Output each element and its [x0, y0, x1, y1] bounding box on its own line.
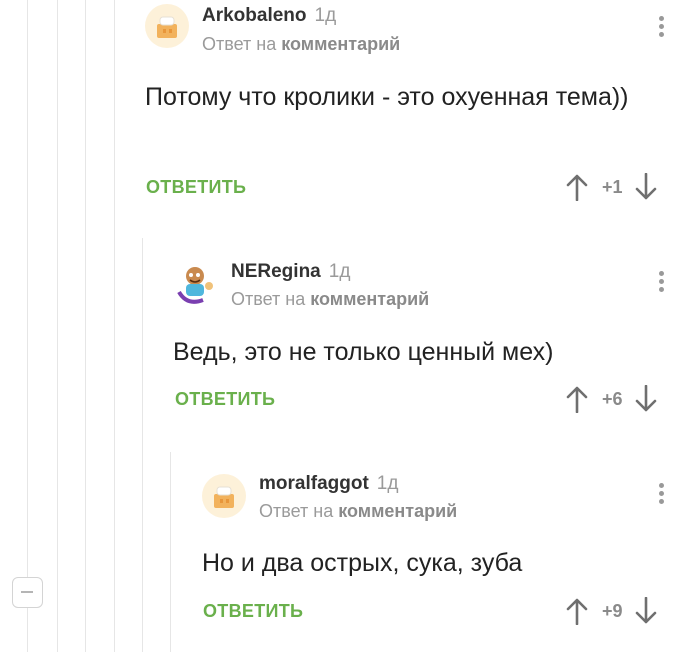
reply-reference: Ответ на комментарий [259, 501, 457, 522]
comment-author[interactable]: moralfaggot 1д [259, 473, 398, 495]
comment-time: 1д [376, 473, 399, 494]
vote-controls: +9 [566, 595, 657, 627]
avatar[interactable] [202, 474, 246, 518]
comment-text: Но и два острых, сука, зуба [202, 549, 523, 577]
comment: moralfaggot 1д Ответ на комментарий Но и … [0, 0, 700, 652]
avatar-placeholder-icon [202, 474, 246, 518]
more-options-icon[interactable] [659, 483, 665, 507]
reply-button[interactable]: ОТВЕТИТЬ [203, 601, 303, 622]
downvote-arrow-icon[interactable] [635, 597, 657, 625]
reply-prefix: Ответ на [259, 501, 334, 521]
author-name[interactable]: moralfaggot [259, 473, 369, 494]
upvote-arrow-icon[interactable] [566, 597, 588, 625]
reply-target-link[interactable]: комментарий [338, 501, 457, 521]
rating-value: +9 [602, 600, 623, 621]
